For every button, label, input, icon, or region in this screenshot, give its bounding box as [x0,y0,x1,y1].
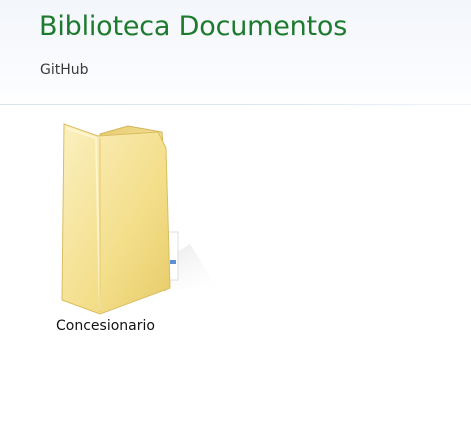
explorer-window: Biblioteca Documentos GitHub Concesionar… [0,0,471,421]
library-title: Biblioteca Documentos [39,11,348,42]
library-header: Biblioteca Documentos GitHub [0,0,471,106]
folder-icon [61,123,216,315]
folder-item-concesionario[interactable]: Concesionario [38,114,228,354]
folder-label: Concesionario [56,318,155,334]
header-divider [0,104,471,105]
library-subtitle[interactable]: GitHub [40,62,89,78]
